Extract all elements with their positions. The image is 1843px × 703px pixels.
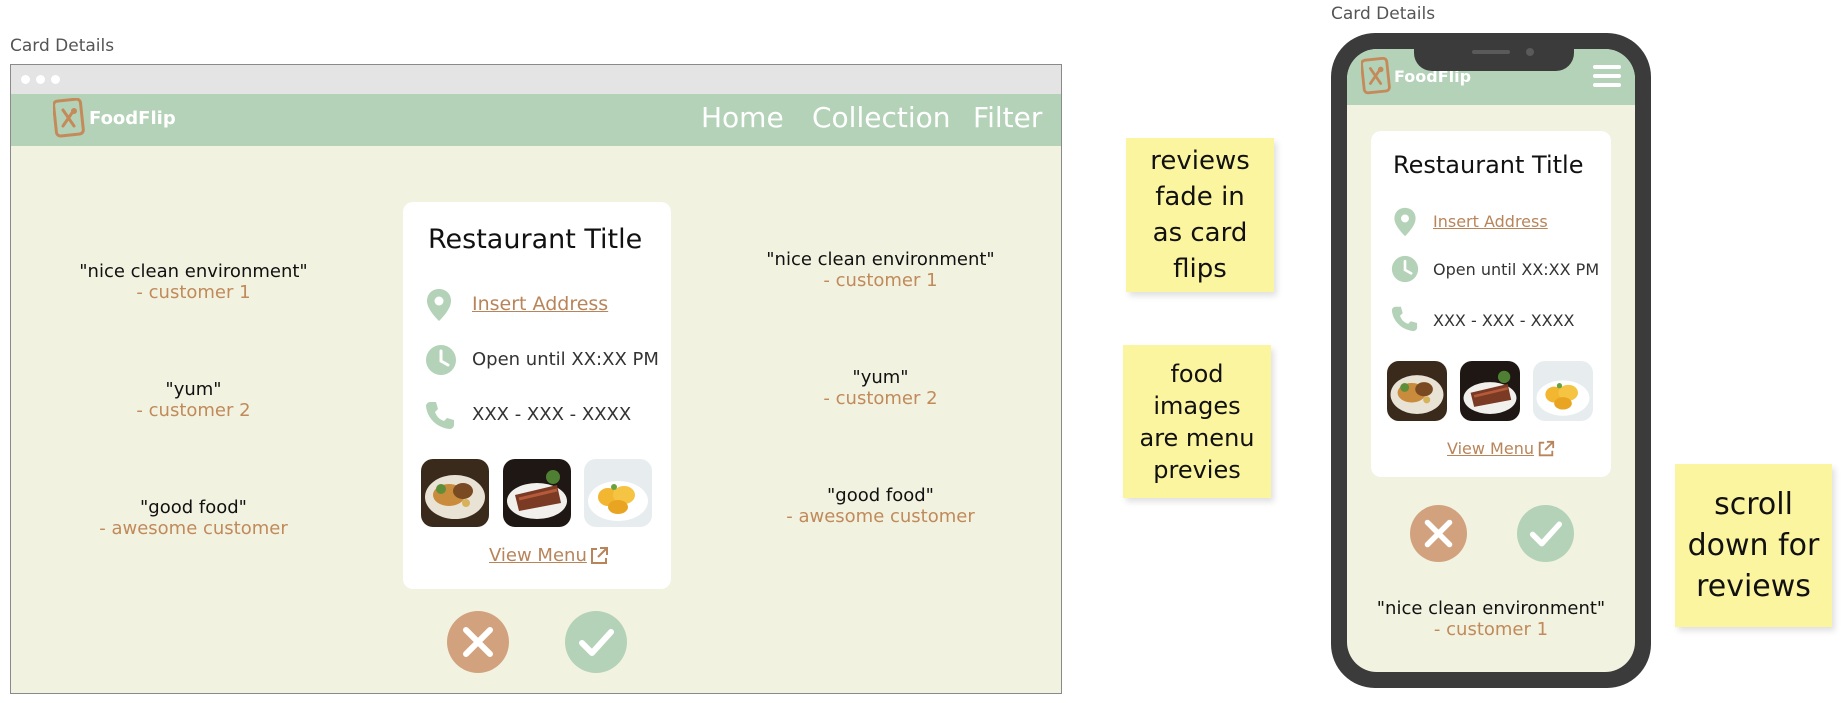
- review-item: "good food" - awesome customer: [71, 497, 316, 539]
- note-text: food images are menu previes: [1139, 359, 1255, 484]
- phone-frame: FoodFlip Restaurant Title Insert Address…: [1331, 33, 1651, 688]
- review-quote: "nice clean environment": [766, 249, 995, 270]
- review-item: "nice clean environment" - customer 1: [758, 249, 1003, 291]
- review-author: - customer 1: [823, 270, 938, 291]
- phone-text: XXX - XXX - XXXX: [472, 404, 632, 425]
- note-text: reviews fade in as card flips: [1150, 146, 1250, 284]
- location-pin-icon: [1394, 207, 1416, 237]
- clock-icon: [426, 345, 456, 375]
- restaurant-card[interactable]: Restaurant Title Insert Address Open unt…: [1371, 131, 1611, 477]
- phone-text: XXX - XXX - XXXX: [1433, 311, 1575, 330]
- review-author: - customer 2: [136, 400, 251, 421]
- reject-button[interactable]: [447, 611, 509, 673]
- review-quote: "good food": [827, 485, 934, 506]
- phone-notch: [1414, 33, 1574, 71]
- logo[interactable]: FoodFlip: [53, 98, 176, 140]
- window-dot[interactable]: [51, 75, 60, 84]
- review-author: - awesome customer: [786, 506, 975, 527]
- note-text: scroll down for reviews: [1687, 487, 1820, 604]
- nav-home[interactable]: Home: [701, 101, 784, 134]
- food-image[interactable]: [584, 459, 652, 527]
- review-item: "good food" - awesome customer: [758, 485, 1003, 527]
- check-icon: [579, 629, 614, 656]
- review-quote: "nice clean environment": [79, 261, 308, 282]
- nav-collection[interactable]: Collection: [812, 101, 951, 134]
- logo-icon: [53, 98, 85, 138]
- review-quote: "good food": [140, 497, 247, 518]
- close-icon: [463, 627, 493, 657]
- review-item: "yum" - customer 2: [758, 367, 1003, 409]
- sticky-note-scroll: scroll down for reviews: [1675, 464, 1832, 627]
- view-menu-link[interactable]: View Menu: [1447, 439, 1534, 458]
- food-image[interactable]: [1533, 361, 1593, 421]
- speaker-grille: [1472, 50, 1510, 54]
- phone-icon: [1391, 306, 1418, 332]
- clock-icon: [1391, 255, 1419, 283]
- window-dot[interactable]: [21, 75, 30, 84]
- nav-filter[interactable]: Filter: [973, 101, 1042, 134]
- food-image[interactable]: [1460, 361, 1520, 421]
- front-camera: [1526, 48, 1534, 56]
- phone-icon: [426, 402, 454, 429]
- restaurant-title: Restaurant Title: [428, 224, 643, 255]
- review-item: "nice clean environment" - customer 1: [1347, 598, 1635, 640]
- review-author: - customer 1: [1433, 619, 1549, 640]
- hours-text: Open until XX:XX PM: [472, 349, 659, 370]
- external-link-icon[interactable]: [589, 546, 609, 566]
- window-title-bar: [11, 65, 1061, 95]
- address-link[interactable]: Insert Address: [472, 293, 608, 315]
- logo-icon: [1361, 57, 1391, 95]
- accept-button[interactable]: [565, 611, 627, 673]
- check-icon: [1529, 521, 1563, 547]
- accept-button[interactable]: [1517, 505, 1574, 562]
- address-link[interactable]: Insert Address: [1433, 212, 1548, 231]
- window-dot[interactable]: [36, 75, 45, 84]
- restaurant-card[interactable]: Restaurant Title Insert Address Open unt…: [403, 202, 671, 589]
- close-icon: [1424, 519, 1453, 548]
- desktop-frame-label: Card Details: [10, 36, 115, 56]
- review-author: - customer 2: [823, 388, 938, 409]
- restaurant-title: Restaurant Title: [1393, 151, 1584, 179]
- food-image[interactable]: [503, 459, 571, 527]
- food-image[interactable]: [421, 459, 489, 527]
- reject-button[interactable]: [1410, 505, 1467, 562]
- external-link-icon[interactable]: [1537, 440, 1555, 458]
- desktop-window: FoodFlip Home Collection Filter "nice cl…: [10, 64, 1062, 694]
- food-image[interactable]: [1387, 361, 1447, 421]
- review-quote: "yum": [852, 367, 909, 388]
- hamburger-menu-icon[interactable]: [1593, 64, 1621, 88]
- sticky-note-fade: reviews fade in as card flips: [1126, 138, 1274, 292]
- location-pin-icon: [427, 289, 451, 321]
- logo-text: FoodFlip: [89, 108, 176, 129]
- mobile-frame-label: Card Details: [1331, 4, 1436, 24]
- review-author: - awesome customer: [99, 518, 288, 539]
- phone-screen: FoodFlip Restaurant Title Insert Address…: [1347, 49, 1635, 672]
- review-item: "nice clean environment" - customer 1: [71, 261, 316, 303]
- review-item: "yum" - customer 2: [71, 379, 316, 421]
- review-quote: "nice clean environment": [1376, 598, 1606, 619]
- review-quote: "yum": [165, 379, 222, 400]
- hours-text: Open until XX:XX PM: [1433, 260, 1600, 279]
- top-navbar: FoodFlip Home Collection Filter: [11, 94, 1061, 146]
- sticky-note-images: food images are menu previes: [1123, 345, 1271, 498]
- view-menu-link[interactable]: View Menu: [489, 545, 587, 566]
- review-author: - customer 1: [136, 282, 251, 303]
